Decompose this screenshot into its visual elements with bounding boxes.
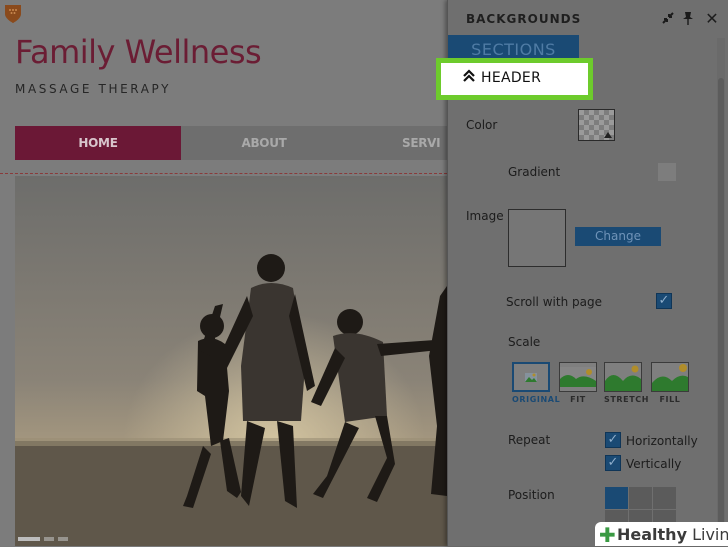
panel-window-controls: ✕ — [645, 11, 725, 27]
header-button[interactable]: HEADER — [441, 63, 588, 95]
image-label: Image — [466, 209, 504, 223]
nav-item-about[interactable]: ABOUT — [181, 126, 347, 160]
collapse-icon[interactable] — [661, 11, 675, 27]
plus-logo-icon: ✚ — [599, 523, 616, 547]
close-icon[interactable]: ✕ — [705, 11, 719, 27]
scale-option-stretch[interactable]: STRETCH — [604, 362, 650, 404]
scale-fit-label: FIT — [570, 395, 586, 404]
family-beach-photo — [15, 176, 447, 546]
watermark-text: Healthy Living — [617, 525, 728, 544]
repeat-horizontally-label: Horizontally — [626, 434, 698, 448]
repeat-vertically-checkbox[interactable]: ✓ — [605, 455, 621, 471]
scale-fill-label: FILL — [659, 395, 681, 404]
panel-title: BACKGROUNDS — [466, 12, 582, 26]
scale-label: Scale — [508, 335, 541, 349]
double-chevron-up-icon — [463, 69, 475, 87]
scale-option-fit[interactable]: FIT — [559, 362, 597, 404]
scale-option-fill[interactable]: FILL — [651, 362, 689, 404]
position-top-right[interactable] — [653, 487, 676, 509]
color-picker-swatch[interactable] — [578, 109, 615, 141]
gradient-checkbox[interactable] — [658, 163, 676, 181]
header-boundary-line — [0, 173, 447, 174]
scroll-with-page-checkbox[interactable]: ✓ — [656, 293, 672, 309]
scale-original-thumb — [512, 362, 550, 392]
dropdown-triangle-icon — [604, 132, 612, 138]
slider-dots[interactable] — [18, 537, 88, 542]
header-button-label: HEADER — [481, 70, 542, 86]
nav-item-home[interactable]: HOME — [15, 126, 181, 160]
pin-icon[interactable] — [681, 11, 695, 27]
position-top-center[interactable] — [629, 487, 652, 509]
scale-stretch-thumb — [604, 362, 642, 392]
image-preview[interactable] — [508, 209, 566, 267]
scroll-with-page-label: Scroll with page — [506, 295, 602, 309]
healthy-living-watermark: ✚ Healthy Living — [595, 522, 728, 546]
shield-logo-icon — [5, 5, 21, 23]
scale-option-original[interactable]: ORIGINAL — [512, 362, 561, 404]
repeat-label: Repeat — [508, 433, 551, 447]
header-button-highlight[interactable]: HEADER — [436, 58, 593, 100]
color-label: Color — [466, 118, 498, 132]
site-nav: HOME ABOUT SERVI — [15, 126, 455, 160]
change-image-button[interactable]: Change — [575, 227, 661, 246]
position-label: Position — [508, 488, 555, 502]
hero-image — [15, 176, 447, 546]
repeat-vertically-label: Vertically — [626, 457, 682, 471]
position-top-left[interactable] — [605, 487, 628, 509]
gradient-label: Gradient — [508, 165, 561, 179]
site-subtitle: MASSAGE THERAPY — [15, 82, 172, 96]
scale-fill-thumb — [651, 362, 689, 392]
site-title: Family Wellness — [15, 33, 262, 71]
scale-stretch-label: STRETCH — [604, 395, 650, 404]
repeat-horizontally-checkbox[interactable]: ✓ — [605, 432, 621, 448]
scale-original-label: ORIGINAL — [512, 395, 561, 404]
scale-fit-thumb — [559, 362, 597, 392]
backgrounds-panel: BACKGROUNDS ✕ SECTIONS HEADER Color Grad… — [436, 0, 728, 546]
panel-scrollbar-thumb[interactable] — [718, 78, 724, 538]
nav-item-services[interactable]: SERVI — [347, 126, 455, 160]
